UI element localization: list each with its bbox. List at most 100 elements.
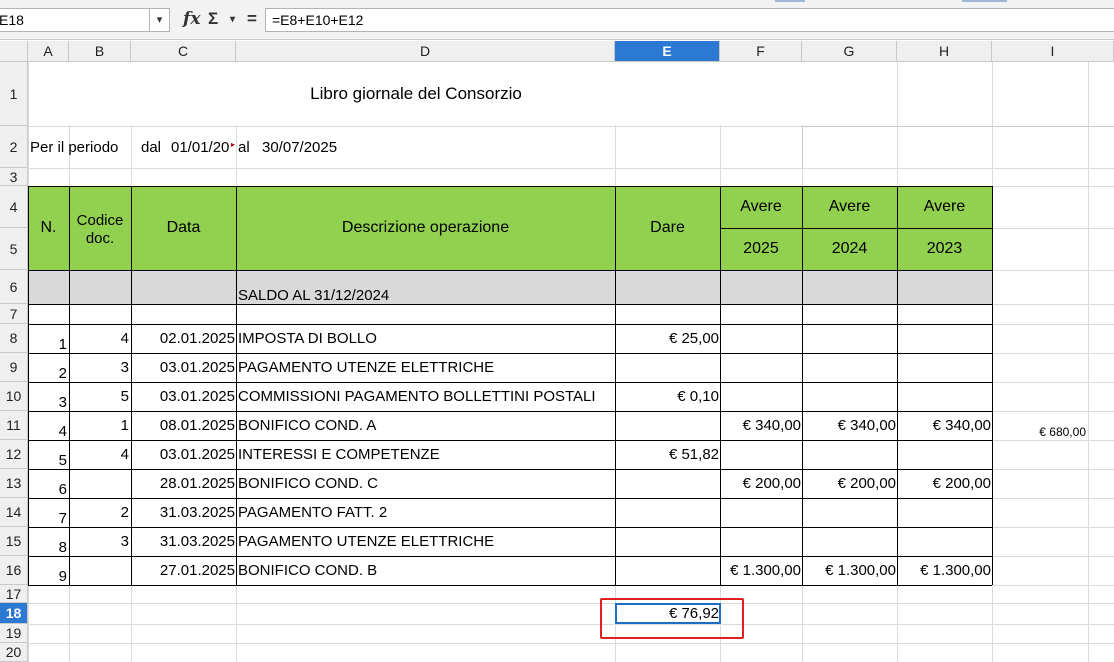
entry-dare <box>615 411 719 440</box>
entry-avere-2025: € 200,00 <box>742 475 801 492</box>
entry-avere-2024 <box>802 324 896 353</box>
row-header-4[interactable]: 4 <box>0 186 28 228</box>
name-box-value: E18 <box>0 12 24 28</box>
row-header-10[interactable]: 10 <box>0 382 28 411</box>
entry-data: 31.03.2025 <box>159 533 235 550</box>
row-header-19[interactable]: 19 <box>0 624 28 643</box>
entry-codice: 1 <box>120 417 129 434</box>
entry-n: 1 <box>58 336 67 353</box>
chevron-down-icon[interactable]: ▾ <box>149 9 169 31</box>
dal-label: dal <box>141 138 162 156</box>
entry-descrizione: IMPOSTA DI BOLLO <box>238 330 377 347</box>
entry-avere-2024 <box>802 498 896 527</box>
sheet-title: Libro giornale del Consorzio <box>310 84 522 103</box>
entry-dare <box>615 527 719 556</box>
header-year-g: 2024 <box>831 240 868 257</box>
row-header-20[interactable]: 20 <box>0 643 28 662</box>
entry-descrizione: PAGAMENTO UTENZE ELETTRICHE <box>238 533 495 550</box>
entry-n: 7 <box>58 510 67 527</box>
row-header-17[interactable]: 17 <box>0 585 28 603</box>
column-header-c[interactable]: C <box>131 41 236 62</box>
row-header-1[interactable]: 1 <box>0 62 28 126</box>
header-avere-f: Avere <box>740 198 782 215</box>
gridline-h <box>28 624 1114 625</box>
entry-avere-2023 <box>897 527 991 556</box>
al-label: al <box>238 138 250 156</box>
toolbar-edge <box>775 0 805 2</box>
entry-dare <box>615 498 719 527</box>
row-header-15[interactable]: 15 <box>0 527 28 556</box>
entry-avere-2025: € 1.300,00 <box>730 562 801 579</box>
column-header-a[interactable]: A <box>28 41 69 62</box>
entry-avere-2024: € 200,00 <box>837 475 896 492</box>
row-header-2[interactable]: 2 <box>0 126 28 168</box>
row-header-11[interactable]: 11 <box>0 411 28 440</box>
entry-codice <box>69 469 129 498</box>
entry-n: 4 <box>58 423 67 440</box>
column-header-e[interactable]: E <box>615 41 720 62</box>
entry-avere-2024 <box>802 440 896 469</box>
formula-input[interactable]: =E8+E10+E12 <box>265 8 1114 32</box>
table-border-h <box>28 270 992 271</box>
row-header-8[interactable]: 8 <box>0 324 28 353</box>
row-header-16[interactable]: 16 <box>0 556 28 585</box>
entry-n: 8 <box>58 539 67 556</box>
column-header-h[interactable]: H <box>897 41 992 62</box>
function-wizard-icon[interactable]: fx <box>183 9 200 29</box>
row-header-6[interactable]: 6 <box>0 270 28 304</box>
formula-bar: E18 ▾ fx Σ ▾ = =E8+E10+E12 <box>0 0 1114 40</box>
entry-avere-2025 <box>720 440 801 469</box>
row-header-18[interactable]: 18 <box>0 603 28 624</box>
entry-avere-2025 <box>720 324 801 353</box>
column-header-i[interactable]: I <box>992 41 1114 62</box>
entry-descrizione: PAGAMENTO UTENZE ELETTRICHE <box>238 359 495 376</box>
entry-dare <box>615 469 719 498</box>
entry-data: 08.01.2025 <box>159 417 235 434</box>
row-header-14[interactable]: 14 <box>0 498 28 527</box>
entry-codice: 4 <box>120 446 129 463</box>
entry-data: 27.01.2025 <box>159 562 235 579</box>
header-avere-h: Avere <box>923 198 966 215</box>
entry-codice: 2 <box>120 504 129 521</box>
period-label: Per il periodo <box>30 138 119 156</box>
entry-avere-2024: € 340,00 <box>837 417 896 434</box>
period-to: 30/07/2025 <box>262 138 338 156</box>
entry-avere-2023 <box>897 498 991 527</box>
row-header-7[interactable]: 7 <box>0 304 28 324</box>
highlight-box <box>600 598 744 639</box>
entry-data: 02.01.2025 <box>159 330 235 347</box>
entry-avere-2025: € 340,00 <box>742 417 801 434</box>
row-header-5[interactable]: 5 <box>0 228 28 270</box>
row-header-12[interactable]: 12 <box>0 440 28 469</box>
column-header-d[interactable]: D <box>236 41 615 62</box>
entry-dare: € 25,00 <box>668 330 719 347</box>
entry-n: 9 <box>58 568 67 585</box>
select-all-corner[interactable] <box>0 41 28 62</box>
formula-icon[interactable]: = <box>247 9 257 29</box>
table-border-v <box>992 186 993 585</box>
row-header-13[interactable]: 13 <box>0 469 28 498</box>
gridline-h <box>28 643 1114 644</box>
sum-icon[interactable]: Σ <box>208 9 218 29</box>
row-header-9[interactable]: 9 <box>0 353 28 382</box>
entry-descrizione: COMMISSIONI PAGAMENTO BOLLETTINI POSTALI <box>238 388 596 405</box>
entry-avere-2024 <box>802 527 896 556</box>
header-codice-1: Codice <box>76 211 124 229</box>
header-codice-2: doc. <box>85 229 115 247</box>
column-header-b[interactable]: B <box>69 41 131 62</box>
entry-col-i: € 680,00 <box>1039 424 1086 439</box>
column-header-g[interactable]: G <box>802 41 897 62</box>
column-header-f[interactable]: F <box>720 41 802 62</box>
sum-dropdown-icon[interactable]: ▾ <box>230 14 235 25</box>
entry-data: 28.01.2025 <box>159 475 235 492</box>
name-box[interactable]: E18 ▾ <box>0 8 170 32</box>
entry-avere-2025 <box>720 382 801 411</box>
row-header-3[interactable]: 3 <box>0 168 28 186</box>
formula-input-value: =E8+E10+E12 <box>272 12 364 28</box>
entry-descrizione: INTERESSI E COMPETENZE <box>238 446 440 463</box>
entry-descrizione: BONIFICO COND. A <box>238 417 377 434</box>
overflow-arrow-icon: ▸ <box>231 140 236 149</box>
entry-data: 31.03.2025 <box>159 504 235 521</box>
header-descrizione: Descrizione operazione <box>341 219 510 236</box>
entry-codice: 3 <box>120 533 129 550</box>
